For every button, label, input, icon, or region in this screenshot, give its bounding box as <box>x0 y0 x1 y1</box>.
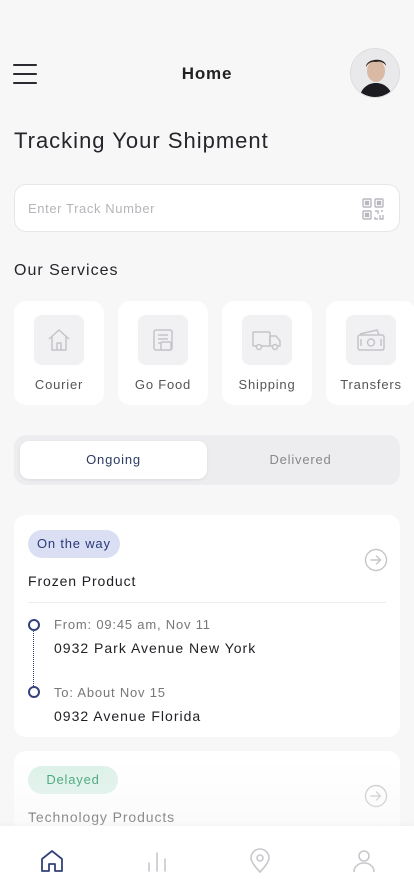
bottom-navigation <box>0 826 414 896</box>
shipment-card[interactable]: On the way Frozen Product From: 09:45 am… <box>14 515 400 737</box>
qr-code-icon[interactable] <box>361 197 385 221</box>
track-number-input[interactable] <box>28 185 348 231</box>
status-badge: Delayed <box>28 766 118 794</box>
from-label: From: 09:45 am, Nov 11 <box>54 617 211 632</box>
product-name: Frozen Product <box>28 573 137 589</box>
to-address: 0932 Avenue Florida <box>54 708 202 724</box>
app-header: Home <box>0 44 414 104</box>
service-go-food[interactable]: Go Food <box>118 301 208 405</box>
food-icon <box>138 315 188 365</box>
service-label: Transfers <box>340 377 402 392</box>
service-label: Go Food <box>134 377 192 392</box>
services-list: Courier Go Food Shipping Transfers <box>14 301 414 405</box>
destination-dot <box>28 686 40 698</box>
nav-profile-icon[interactable] <box>351 848 377 874</box>
nav-chart-icon[interactable] <box>144 848 170 874</box>
status-badge: On the way <box>28 530 120 558</box>
tab-delivered[interactable]: Delivered <box>207 441 394 479</box>
arrow-right-icon[interactable] <box>364 784 388 808</box>
avatar[interactable] <box>350 48 400 98</box>
services-section-title: Our Services <box>14 262 119 279</box>
nav-location-icon[interactable] <box>247 848 273 874</box>
service-label: Shipping <box>238 377 296 392</box>
service-label: Courier <box>34 377 84 392</box>
divider <box>28 602 386 603</box>
arrow-right-icon[interactable] <box>364 548 388 572</box>
home-icon <box>34 315 84 365</box>
tab-ongoing[interactable]: Ongoing <box>20 441 207 479</box>
page-title: Tracking Your Shipment <box>14 128 269 153</box>
route-line <box>33 631 34 686</box>
origin-dot <box>28 619 40 631</box>
to-label: To: About Nov 15 <box>54 685 166 700</box>
nav-home-icon[interactable] <box>39 848 65 874</box>
service-transfers[interactable]: Transfers <box>326 301 414 405</box>
from-address: 0932 Park Avenue New York <box>54 640 257 656</box>
shipment-status-tabs: Ongoing Delivered <box>14 435 400 485</box>
track-search-box <box>14 184 400 232</box>
product-name: Technology Products <box>28 809 176 825</box>
service-courier[interactable]: Courier <box>14 301 104 405</box>
money-icon <box>346 315 396 365</box>
truck-icon <box>242 315 292 365</box>
service-shipping[interactable]: Shipping <box>222 301 312 405</box>
